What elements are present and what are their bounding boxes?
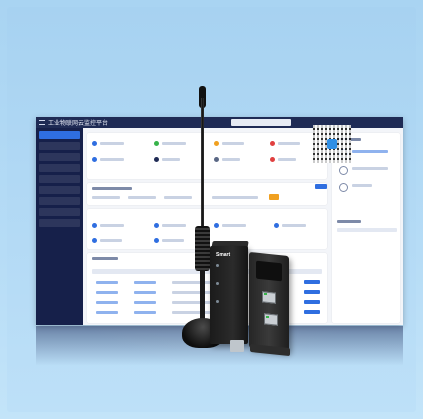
antenna-stem [200, 270, 205, 325]
table-cell [172, 311, 212, 314]
table-cell [134, 311, 156, 314]
filter-field [212, 196, 258, 199]
filter-field [128, 196, 156, 199]
table-cell [96, 281, 118, 284]
sidebar-item [39, 164, 80, 172]
module-window [256, 260, 282, 282]
table-cell [172, 301, 212, 304]
notice-icon [339, 183, 348, 192]
table-cell [134, 291, 156, 294]
link-icon [154, 223, 159, 228]
table-title [92, 257, 118, 260]
status-led [216, 300, 219, 303]
section-title [92, 187, 132, 190]
sidebar-item [39, 186, 80, 194]
search-button [269, 194, 279, 200]
stat-text [100, 158, 124, 161]
stat-icon [92, 141, 97, 146]
link-icon [154, 238, 159, 243]
stat-text [162, 142, 186, 145]
stat-text [100, 142, 124, 145]
action-button [315, 184, 327, 189]
link-text [100, 239, 122, 242]
port-led [266, 316, 269, 318]
stat-icon [270, 157, 275, 162]
stat-text [278, 142, 300, 145]
sidebar-item [39, 153, 80, 161]
table-cell [96, 311, 118, 314]
sidebar-item [39, 197, 80, 205]
table-cell [172, 281, 212, 284]
stat-text [278, 158, 296, 161]
stat-icon [214, 141, 219, 146]
stat-text [222, 158, 240, 161]
link-icon [214, 223, 219, 228]
stat-icon [214, 157, 219, 162]
link-text [282, 224, 306, 227]
notice-text [352, 150, 388, 153]
link-icon [92, 238, 97, 243]
sidebar [36, 128, 83, 325]
status-led [216, 264, 219, 267]
link-text [162, 239, 184, 242]
sidebar-item [39, 142, 80, 150]
panel-tabs [337, 228, 397, 232]
stat-icon [270, 141, 275, 146]
table-cell [134, 301, 156, 304]
link-icon [92, 223, 97, 228]
filter-field [164, 196, 192, 199]
status-led [216, 282, 219, 285]
link-text [162, 224, 186, 227]
panel-title [337, 220, 361, 223]
sidebar-item [39, 208, 80, 216]
port-led [264, 293, 267, 295]
stat-icon [154, 141, 159, 146]
notice-text [352, 167, 388, 170]
link-text [100, 224, 124, 227]
stat-text [162, 158, 180, 161]
qr-logo [327, 139, 337, 149]
stat-icon [154, 157, 159, 162]
stat-icon [92, 157, 97, 162]
link-text [222, 224, 246, 227]
sidebar-item [39, 219, 80, 227]
router-icon [210, 246, 248, 344]
row-action [304, 310, 320, 314]
device-label: Smart [216, 252, 231, 258]
row-action [304, 280, 320, 284]
table-cell [134, 281, 156, 284]
table-cell [172, 291, 212, 294]
notice-icon [339, 166, 348, 175]
sidebar-item [39, 175, 80, 183]
stat-text [222, 142, 244, 145]
platform-title: 工业物联网云监控平台 [48, 121, 109, 127]
sidebar-item [39, 131, 80, 139]
filter-field [92, 196, 120, 199]
notice-text [352, 184, 372, 187]
antenna-coil [195, 226, 210, 271]
row-action [304, 300, 320, 304]
table-cell [96, 301, 118, 304]
overview-card [87, 133, 327, 179]
router-connector [230, 340, 244, 352]
menu-icon [39, 120, 45, 125]
row-action [304, 290, 320, 294]
search-input [231, 119, 291, 126]
table-cell [96, 291, 118, 294]
link-icon [274, 223, 279, 228]
